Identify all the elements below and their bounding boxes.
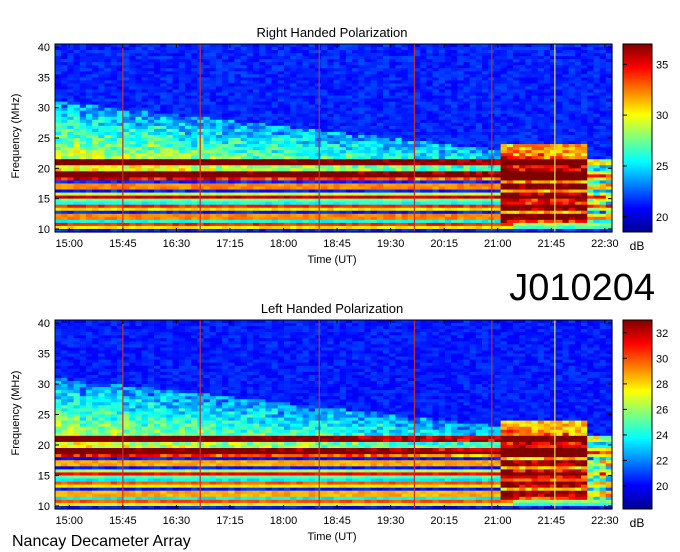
spectrogram-plot [55, 44, 613, 233]
chart-title: Right Handed Polarization [256, 25, 407, 40]
spectrogram-figure: Right Handed Polarization 15:00 15:45 16:3… [10, 25, 668, 550]
right-polarization-panel: Right Handed Polarization 15:00 15:45 16:3… [10, 25, 668, 266]
